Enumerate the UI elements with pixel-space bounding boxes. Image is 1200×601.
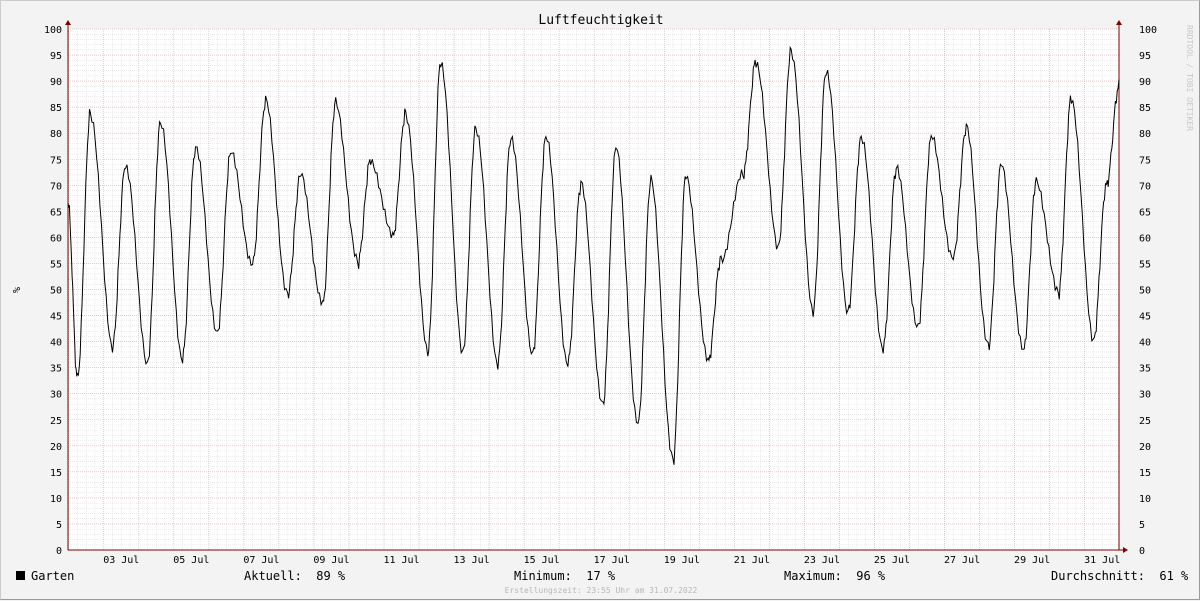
y-tick-label-right: 85 [1139,103,1151,114]
x-tick-label: 17 Jul [594,555,630,566]
x-tick-label: 13 Jul [454,555,490,566]
y-tick-label-right: 60 [1139,233,1151,244]
y-axis-label-left: % [10,287,21,293]
legend-average: Durchschnitt: 61 % [1051,569,1189,583]
y-axis-arrow-right [1116,20,1122,25]
plot-area [68,29,1119,550]
y-tick-label-left: 95 [50,51,62,62]
y-tick-label-left: 85 [50,103,62,114]
y-tick-label-left: 70 [50,181,62,192]
y-tick-label-right: 35 [1139,364,1151,375]
x-tick-label: 25 Jul [874,555,910,566]
y-tick-label-right: 65 [1139,207,1151,218]
y-tick-label-right: 40 [1139,338,1151,349]
y-tick-label-right: 70 [1139,181,1151,192]
legend-maximum: Maximum: 96 % [784,569,886,583]
y-tick-label-left: 15 [50,468,62,479]
y-tick-label-left: 25 [50,416,62,427]
y-tick-label-left: 50 [50,286,62,297]
x-tick-label: 21 Jul [734,555,770,566]
y-tick-label-right: 90 [1139,77,1151,88]
y-tick-label-right: 80 [1139,129,1151,140]
y-tick-label-right: 20 [1139,442,1151,453]
y-tick-label-left: 10 [50,494,62,505]
x-tick-label: 09 Jul [313,555,349,566]
y-tick-label-left: 35 [50,364,62,375]
x-tick-label: 27 Jul [944,555,980,566]
y-tick-label-right: 25 [1139,416,1151,427]
y-tick-label-left: 60 [50,233,62,244]
x-tick-label: 31 Jul [1084,555,1120,566]
x-tick-label: 07 Jul [243,555,279,566]
x-tick-labels: 03 Jul 05 Jul 07 Jul 09 Jul 11 Jul 13 Jul 15 J… [103,555,1120,566]
y-tick-label-left: 90 [50,77,62,88]
x-tick-label: 03 Jul [103,555,139,566]
y-tick-label-left: 80 [50,129,62,140]
chart-canvas: Luftfeuchtigkeit % 0 0 5 5 10 10 15 15 20 20 25 25 3… [0,0,1200,600]
y-tick-label-right: 95 [1139,51,1151,62]
y-tick-label-left: 55 [50,259,62,270]
x-tick-label: 15 Jul [524,555,560,566]
y-tick-label-left: 20 [50,442,62,453]
y-tick-label-left: 5 [56,520,62,531]
x-tick-label: 05 Jul [173,555,209,566]
y-tick-label-left: 30 [50,390,62,401]
y-tick-label-left: 75 [50,155,62,166]
x-tick-label: 29 Jul [1014,555,1050,566]
x-tick-label: 11 Jul [383,555,419,566]
legend-current: Aktuell: 89 % [244,569,346,583]
x-tick-label: 19 Jul [664,555,700,566]
watermark: RRDTOOL / TOBI OETIKER [1185,25,1194,131]
chart-title: Luftfeuchtigkeit [538,13,663,28]
legend-minimum: Minimum: 17 % [514,569,616,583]
x-tick-label: 23 Jul [804,555,840,566]
y-tick-label-right: 10 [1139,494,1151,505]
y-tick-label-right: 100 [1139,25,1157,36]
grid [68,28,1119,551]
humidity-chart: Luftfeuchtigkeit % 0 05 510 1015 1520 2025 253… [10,13,1157,566]
y-tick-label-right: 45 [1139,312,1151,323]
y-tick-label-right: 5 [1139,520,1145,531]
y-tick-label-left: 45 [50,312,62,323]
y-tick-label-right: 75 [1139,155,1151,166]
footer-timestamp: Erstellungszeit: 23:55 Uhr am 31.07.2022 [504,586,698,595]
y-tick-label-right: 0 [1139,546,1145,557]
y-tick-label-right: 50 [1139,286,1151,297]
x-axis-arrow [1123,547,1128,553]
y-tick-label-left: 40 [50,338,62,349]
legend-swatch-garten [16,571,25,580]
y-tick-label-right: 55 [1139,259,1151,270]
y-axis-arrow-left [65,20,71,25]
y-tick-label-left: 65 [50,207,62,218]
y-tick-label-right: 30 [1139,390,1151,401]
y-tick-label-left: 0 [56,546,62,557]
legend-series-label: Garten [31,569,75,583]
y-tick-label-right: 15 [1139,468,1151,479]
y-tick-label-left: 100 [44,25,62,36]
